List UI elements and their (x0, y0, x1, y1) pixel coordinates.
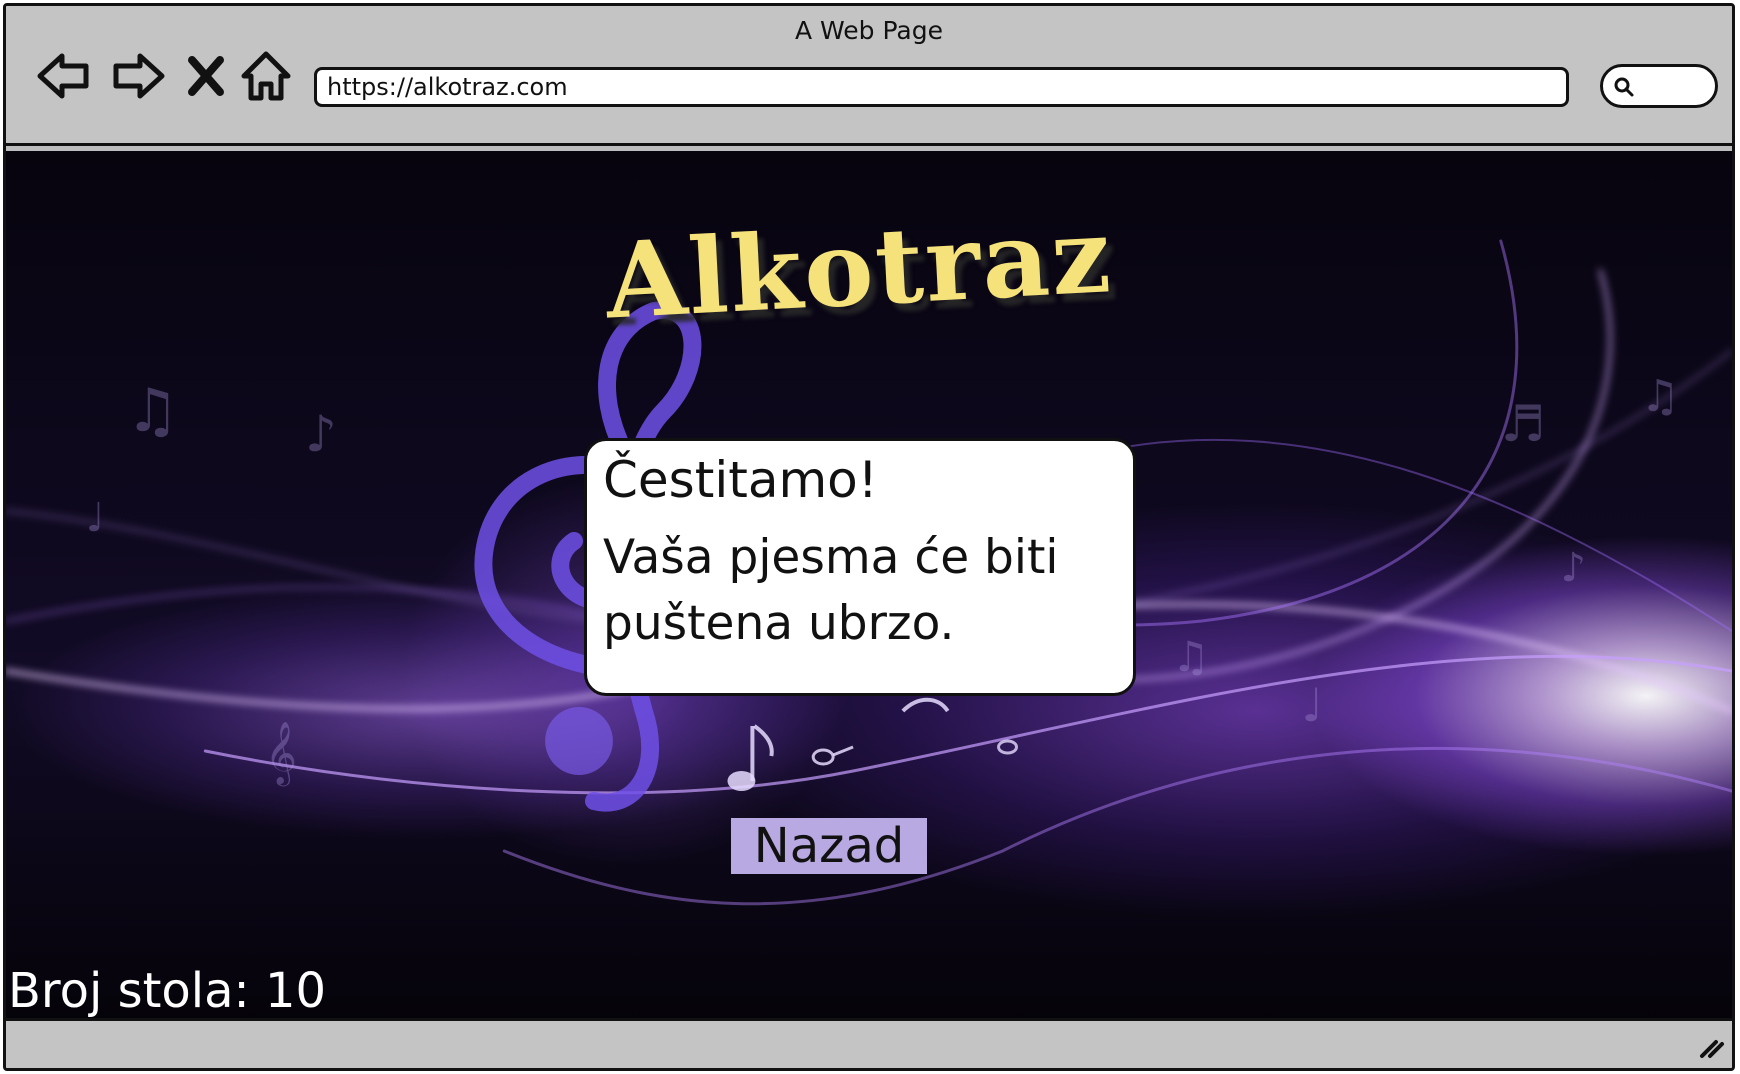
browser-statusbar (6, 1018, 1732, 1068)
dialog-title: Čestitamo! (603, 451, 878, 509)
svg-text:♪: ♪ (1561, 545, 1586, 591)
alkotraz-logo: Alkotraz (602, 193, 1116, 343)
svg-text:♪: ♪ (305, 405, 337, 463)
browser-titlebar: A Web Page https://alkotraz.com (6, 6, 1732, 146)
svg-text:𝄞: 𝄞 (265, 721, 297, 787)
close-icon[interactable] (184, 48, 228, 104)
url-bar[interactable]: https://alkotraz.com (314, 67, 1569, 107)
svg-text:♫: ♫ (1172, 632, 1210, 681)
home-icon[interactable] (238, 48, 294, 104)
svg-text:♫: ♫ (126, 376, 180, 446)
back-arrow-icon[interactable] (36, 48, 92, 104)
svg-text:♫: ♫ (1640, 371, 1679, 422)
svg-text:♩: ♩ (86, 495, 105, 541)
browser-window: A Web Page https://alkotraz.com ♫ ♪ ♩ ♬ … (3, 3, 1735, 1071)
window-title: A Web Page (794, 16, 944, 45)
search-box[interactable] (1600, 64, 1718, 108)
back-button[interactable]: Nazad (731, 818, 927, 874)
svg-text:♬: ♬ (1501, 395, 1546, 453)
forward-arrow-icon[interactable] (110, 48, 166, 104)
search-icon (1614, 77, 1634, 97)
success-dialog: Čestitamo! Vaša pjesma će biti puštena u… (584, 438, 1136, 696)
resize-grip-icon[interactable] (1696, 1030, 1726, 1060)
dialog-message: Vaša pjesma će biti puštena ubrzo. (603, 525, 1117, 657)
dialog-message-line-1: Vaša pjesma će biti (603, 530, 1059, 585)
table-number-label: Broj stola: 10 (8, 963, 327, 1019)
dialog-message-line-2: puštena ubrzo. (603, 596, 955, 651)
page-content: ♫ ♪ ♩ ♬ ♫ ♪ ♩ 𝄞 ♫ Alkotraz Čestitamo! Va… (6, 151, 1732, 1024)
svg-text:♩: ♩ (1301, 678, 1323, 732)
